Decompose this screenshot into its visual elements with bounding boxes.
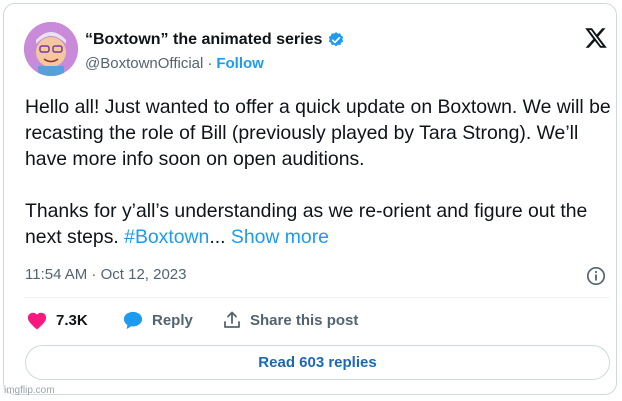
watermark: imgflip.com — [4, 385, 55, 396]
tweet-card: “Boxtown” the animated series @BoxtownOf… — [3, 3, 617, 395]
tweet-timestamp[interactable]: 11:54 AM · Oct 12, 2023 — [25, 266, 186, 284]
action-bar: 7.3K Reply Share this post — [26, 310, 358, 330]
tweet-paragraph-2: Thanks for y’all’s understanding as we r… — [25, 198, 615, 250]
follow-button[interactable]: Follow — [216, 55, 264, 73]
tweet-paragraph-1: Hello all! Just wanted to offer a quick … — [25, 96, 611, 170]
hashtag-link[interactable]: #Boxtown — [124, 226, 209, 248]
verified-badge-icon — [327, 31, 345, 49]
display-name[interactable]: “Boxtown” the animated series — [85, 30, 322, 49]
like-count: 7.3K — [56, 311, 88, 329]
read-replies-button[interactable]: Read 603 replies — [25, 345, 610, 380]
info-icon[interactable] — [586, 266, 606, 286]
avatar[interactable] — [24, 22, 78, 76]
divider — [24, 297, 610, 298]
like-button[interactable]: 7.3K — [26, 310, 122, 330]
reply-button[interactable]: Reply — [122, 310, 222, 330]
truncation-ellipsis: ... — [209, 226, 226, 248]
heart-icon — [26, 310, 48, 330]
show-more-link[interactable]: Show more — [226, 226, 329, 248]
handle-separator: · — [207, 55, 213, 72]
share-button[interactable]: Share this post — [222, 310, 358, 330]
x-logo-icon[interactable] — [584, 26, 608, 50]
tweet-text: Hello all! Just wanted to offer a quick … — [25, 94, 615, 250]
author-name-row[interactable]: “Boxtown” the animated series — [85, 30, 345, 49]
handle-row: @BoxtownOfficial · Follow — [85, 55, 264, 73]
author-handle[interactable]: @BoxtownOfficial — [85, 55, 203, 73]
share-icon — [222, 310, 242, 330]
share-label: Share this post — [250, 311, 359, 329]
reply-label: Reply — [152, 311, 193, 329]
reply-bubble-icon — [122, 310, 144, 330]
